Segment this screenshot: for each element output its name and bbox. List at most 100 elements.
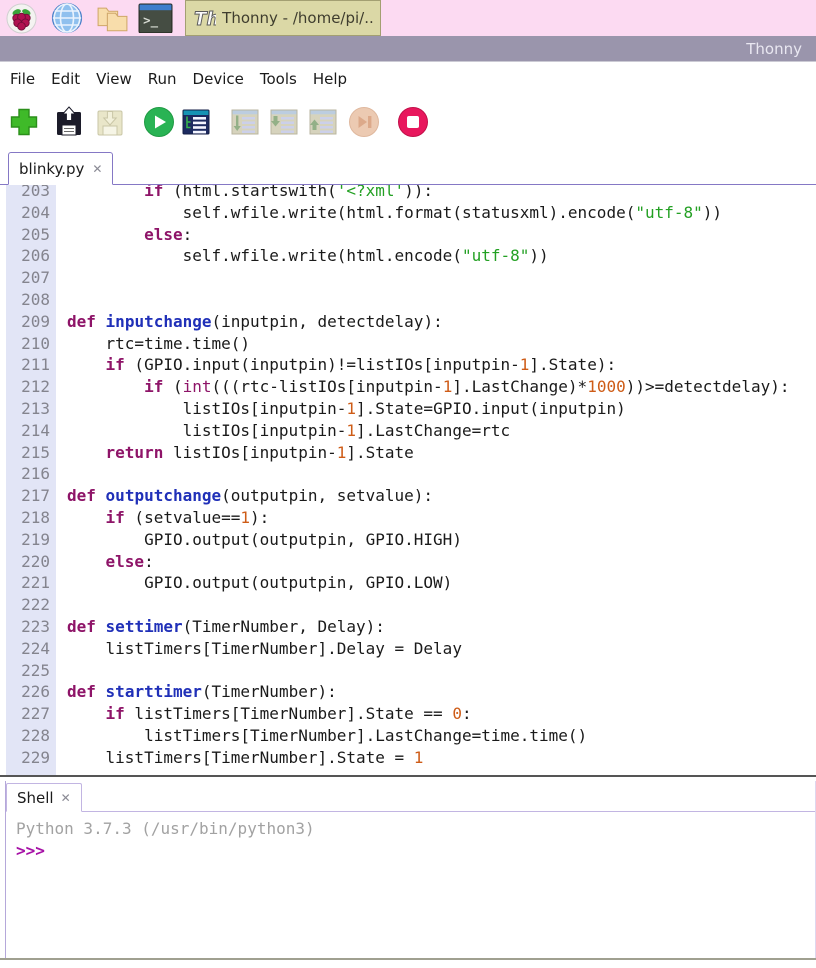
taskbar-button-label: Thonny - /home/pi/...	[222, 9, 373, 27]
line-number: 209	[6, 311, 50, 333]
plus-icon	[8, 106, 40, 138]
play-icon	[143, 106, 175, 138]
floppy-open-icon	[53, 106, 85, 138]
menu-help[interactable]: Help	[305, 66, 355, 92]
window-bottom-border	[0, 958, 816, 960]
code-line[interactable]	[67, 463, 789, 485]
taskbar-thonny-button[interactable]: Th Thonny - /home/pi/...	[185, 0, 381, 36]
menu-run[interactable]: Run	[140, 66, 185, 92]
step-over-icon	[229, 106, 261, 138]
code-line[interactable]: listIOs[inputpin-1].LastChange=rtc	[67, 420, 789, 442]
line-number: 226	[6, 681, 50, 703]
code-line[interactable]: self.wfile.write(html.format(statusxml).…	[67, 202, 789, 224]
code-line[interactable]	[67, 267, 789, 289]
line-number: 206	[6, 245, 50, 267]
line-number: 210	[6, 333, 50, 355]
debug-icon	[180, 106, 212, 138]
line-number: 203	[6, 185, 50, 202]
code-line[interactable]	[67, 289, 789, 311]
terminal-icon[interactable]: >_	[138, 3, 173, 34]
tab-close-icon[interactable]: ✕	[92, 163, 102, 175]
code-line[interactable]: if (int(((rtc-listIOs[inputpin-1].LastCh…	[67, 376, 789, 398]
taskbar: >_ Th Thonny - /home/pi/...	[0, 0, 816, 36]
menu-file[interactable]: File	[2, 66, 43, 92]
stop-restart-button[interactable]	[396, 106, 429, 139]
code-line[interactable]: return listIOs[inputpin-1].State	[67, 442, 789, 464]
window-titlebar: Thonny	[0, 36, 816, 62]
code-line[interactable]: if (setvalue==1):	[67, 507, 789, 529]
floppy-save-icon	[94, 106, 126, 138]
new-file-button[interactable]	[7, 106, 40, 139]
code-line[interactable]: def inputchange(inputpin, detectdelay):	[67, 311, 789, 333]
step-out-button[interactable]	[306, 106, 339, 139]
thonny-logo-icon: Th	[193, 5, 216, 31]
line-number: 223	[6, 616, 50, 638]
window-title: Thonny	[746, 40, 802, 58]
open-file-button[interactable]	[52, 106, 85, 139]
code-line[interactable]: if listTimers[TimerNumber].State == 0:	[67, 703, 789, 725]
code-line[interactable]: rtc=time.time()	[67, 333, 789, 355]
line-number: 224	[6, 638, 50, 660]
line-number: 207	[6, 267, 50, 289]
line-number: 222	[6, 594, 50, 616]
line-number: 211	[6, 354, 50, 376]
code-line[interactable]	[67, 660, 789, 682]
desktop: >_ Th Thonny - /home/pi/... Thonny File …	[0, 0, 816, 968]
code-line[interactable]: self.wfile.write(html.encode("utf-8"))	[67, 245, 789, 267]
code-line[interactable]: GPIO.output(outputpin, GPIO.HIGH)	[67, 529, 789, 551]
line-numbers: 2032042052062072082092102112122132142152…	[6, 185, 56, 775]
resume-button[interactable]	[347, 106, 380, 139]
menu-view[interactable]: View	[88, 66, 140, 92]
code-line[interactable]: GPIO.output(outputpin, GPIO.LOW)	[67, 572, 789, 594]
code-line[interactable]: def starttimer(TimerNumber):	[67, 681, 789, 703]
step-over-button[interactable]	[228, 106, 261, 139]
web-browser-icon[interactable]	[51, 2, 83, 34]
toolbar	[0, 96, 816, 148]
line-number: 227	[6, 703, 50, 725]
line-number: 219	[6, 529, 50, 551]
line-number: 208	[6, 289, 50, 311]
debug-script-button[interactable]	[179, 106, 212, 139]
code-editor[interactable]: 2032042052062072082092102112122132142152…	[0, 185, 816, 775]
step-into-button[interactable]	[267, 106, 300, 139]
code-line[interactable]	[67, 594, 789, 616]
code-line[interactable]: else:	[67, 551, 789, 573]
shell-welcome-text: Python 3.7.3 (/usr/bin/python3)	[16, 818, 815, 840]
line-number: 214	[6, 420, 50, 442]
code-line[interactable]: def settimer(TimerNumber, Delay):	[67, 616, 789, 638]
menu-device[interactable]: Device	[185, 66, 252, 92]
code-line[interactable]: listTimers[TimerNumber].Delay = Delay	[67, 638, 789, 660]
editor-tabbar: blinky.py ✕	[0, 148, 816, 185]
step-into-icon	[268, 106, 300, 138]
menu-edit[interactable]: Edit	[43, 66, 88, 92]
shell-prompt: >>>	[16, 840, 815, 862]
file-manager-icon[interactable]	[95, 3, 130, 34]
code-line[interactable]: if (html.startswith('<?xml')):	[67, 185, 789, 202]
line-number: 220	[6, 551, 50, 573]
code-line[interactable]: if (GPIO.input(inputpin)!=listIOs[inputp…	[67, 354, 789, 376]
line-number: 217	[6, 485, 50, 507]
line-number: 218	[6, 507, 50, 529]
line-number: 216	[6, 463, 50, 485]
tab-shell[interactable]: Shell ✕	[6, 783, 82, 812]
code-line[interactable]: def outputchange(outputpin, setvalue):	[67, 485, 789, 507]
code-line[interactable]: listIOs[inputpin-1].State=GPIO.input(inp…	[67, 398, 789, 420]
step-out-icon	[307, 106, 339, 138]
tab-blinky-py[interactable]: blinky.py ✕	[8, 152, 113, 185]
run-script-button[interactable]	[142, 106, 175, 139]
code-line[interactable]: listTimers[TimerNumber].LastChange=time.…	[67, 725, 789, 747]
code-line[interactable]: listTimers[TimerNumber].State = 1	[67, 747, 789, 769]
svg-text:Th: Th	[194, 9, 216, 30]
raspberry-menu-icon[interactable]	[6, 3, 37, 34]
line-number: 229	[6, 747, 50, 769]
line-number: 205	[6, 224, 50, 246]
menubar: File Edit View Run Device Tools Help	[0, 62, 816, 96]
menu-tools[interactable]: Tools	[252, 66, 305, 92]
save-file-button[interactable]	[93, 106, 126, 139]
code-lines: if (html.startswith('<?xml')): self.wfil…	[56, 185, 789, 775]
stop-icon	[397, 106, 429, 138]
shell-tab-close-icon[interactable]: ✕	[61, 792, 71, 804]
line-number: 221	[6, 572, 50, 594]
shell-output[interactable]: Python 3.7.3 (/usr/bin/python3) >>>	[6, 812, 815, 958]
code-line[interactable]: else:	[67, 224, 789, 246]
